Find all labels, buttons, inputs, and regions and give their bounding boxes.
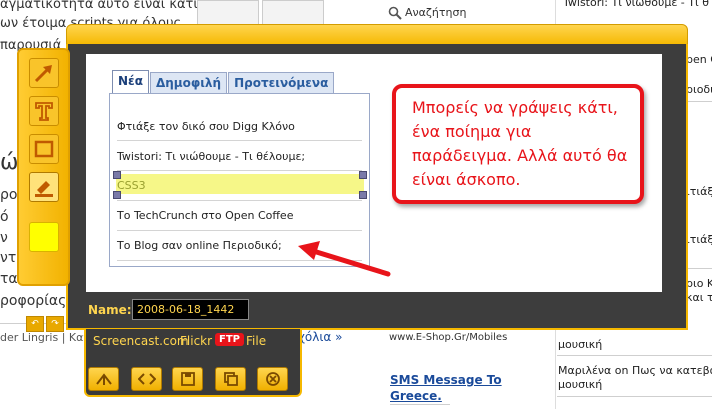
list-item[interactable]: Το TechCrunch στο Open Coffee [117,209,362,222]
bg-fragment: ν [0,230,8,246]
bg-right-item[interactable]: ριοδικ [686,83,712,96]
resize-handle[interactable] [359,171,367,179]
capture-title-bar[interactable] [66,24,688,46]
copy-icon[interactable] [215,367,246,391]
resize-handle[interactable] [113,171,121,179]
search-label[interactable]: Αναζήτηση [405,6,466,19]
bg-right-item[interactable]: pen C [686,53,712,66]
tab-new[interactable]: Νέα [112,70,149,93]
list-item[interactable]: Twistori: Τι νιώθουμε - Τι θέλουμε; [117,150,362,163]
highlighter-tool-icon[interactable] [29,172,59,202]
bg-thumbnail [262,0,324,26]
text-tool-icon[interactable] [29,96,59,126]
resize-handle[interactable] [359,191,367,199]
bg-heading-fragment: ώ [0,150,19,175]
bg-right-item[interactable]: Twistori: Τι νιώθουμε - Τι θ [563,0,709,9]
tab-popular[interactable]: Δημοφιλή [149,72,228,93]
bg-right-item[interactable]: ριο Κλ [686,277,712,290]
ftp-badge[interactable]: FTP [215,333,244,346]
bg-fragment: ό [0,209,9,225]
arrow-annotation[interactable] [296,236,392,278]
list-item[interactable]: CSS3 [117,179,362,192]
list-item[interactable]: Φτιάξε τον δικό σου Digg Κλόνο [117,120,362,133]
file-link[interactable]: File [246,334,266,348]
callout-box[interactable]: Μπορείς να γράψεις κάτι, ένα ποίημα για … [392,84,644,204]
flickr-link[interactable]: Flickr [180,334,212,348]
share-icon-button[interactable] [88,367,119,391]
name-field[interactable]: 2008-06-18_1442 [132,299,249,320]
name-label: Name: [88,303,132,317]
eshop-text: www.E-Shop.Gr/Mobiles [389,332,508,343]
tab-recommended[interactable]: Προτεινόμενα [228,72,335,93]
tab-bar: Νέα Δημοφιλή Προτεινόμενα [112,70,335,93]
bg-text-line: αγματικότητα αυτό είναι κάτι [0,0,198,12]
bg-music-item[interactable]: μουσική [558,338,602,351]
bg-music-item[interactable]: Μαριλένα on Πως να κατεβάσ [558,364,712,377]
bg-fragment: ρο [0,187,18,203]
resize-handle[interactable] [113,191,121,199]
callout-text: Μπορείς να γράψεις κάτι, ένα ποίημα για … [412,98,628,189]
bg-fragment: τα [0,271,18,287]
save-icon[interactable] [172,367,203,391]
screencast-link[interactable]: Screencast.com [93,334,189,348]
color-swatch[interactable] [29,222,59,252]
comments-link[interactable]: χόλια » [298,330,343,344]
tool-palette: ↶ ↷ [17,48,70,332]
rectangle-tool-icon[interactable] [29,134,59,164]
bg-right-item[interactable]: ιτιάξε [686,185,712,198]
sms-link-cont[interactable]: Greece. [390,389,442,403]
redo-icon[interactable]: ↷ [46,316,64,332]
sms-link[interactable]: SMS Message To [390,373,502,387]
bg-thumbnail [197,0,259,26]
bg-fragment: ροφορίας, [0,293,71,309]
undo-icon[interactable]: ↶ [26,316,44,332]
embed-code-icon[interactable] [131,367,162,391]
undo-redo: ↶ ↷ [26,311,66,332]
arrow-tool-icon[interactable] [29,58,59,88]
bg-right-item[interactable]: και τ [686,291,712,304]
bg-music-item[interactable]: μουσική [558,378,602,391]
bg-right-item[interactable]: ιτιάξε [686,233,712,246]
search-icon[interactable] [388,5,402,24]
cancel-icon[interactable] [257,367,288,391]
